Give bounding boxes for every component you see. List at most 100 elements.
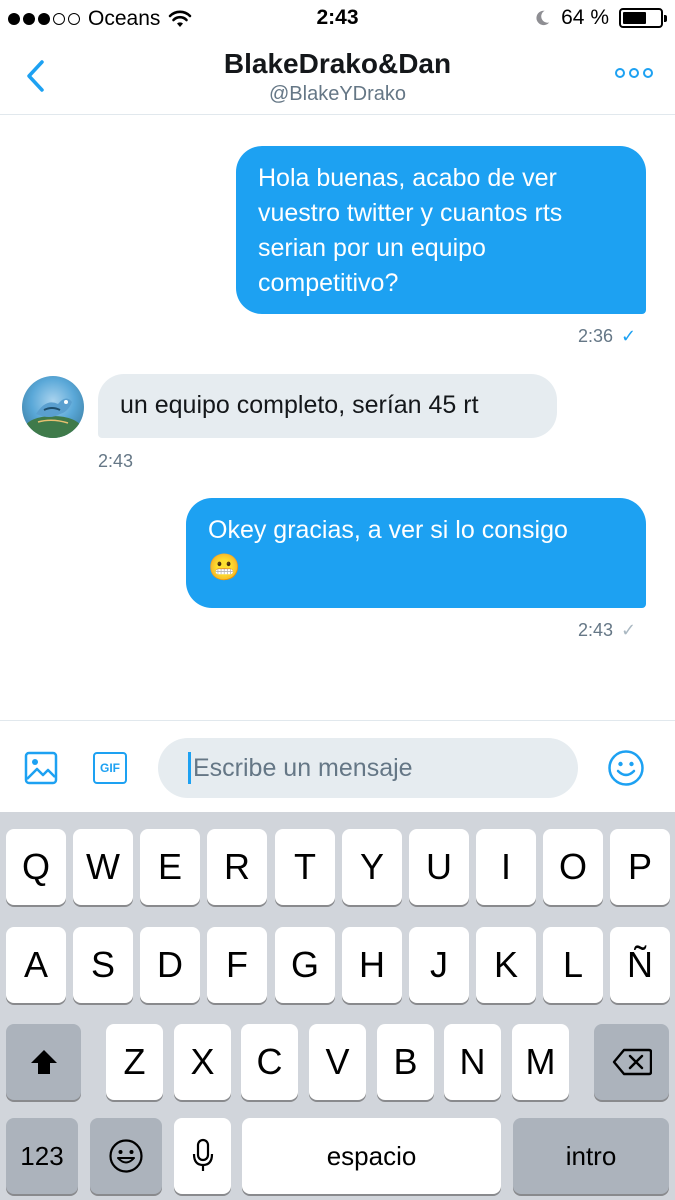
- key-label: intro: [565, 1140, 617, 1171]
- microphone-icon: [192, 1138, 213, 1171]
- read-check-icon: ✓: [621, 326, 637, 346]
- timestamp-text: 2:43: [578, 620, 614, 640]
- message-bubble-sent[interactable]: Okey gracias, a ver si lo consigo 😬: [186, 498, 646, 608]
- key-label: S: [90, 944, 115, 985]
- key-d[interactable]: D: [140, 927, 200, 1003]
- gif-label: GIF: [100, 761, 120, 775]
- key-w[interactable]: W: [73, 829, 133, 905]
- key-label: I: [500, 846, 511, 887]
- text-cursor: [188, 752, 191, 784]
- timestamp-text: 2:43: [98, 451, 134, 471]
- message-input[interactable]: Escribe un mensaje: [158, 738, 578, 798]
- message-timestamp: 2:43 ✓: [578, 620, 636, 641]
- dictation-key[interactable]: [174, 1118, 231, 1194]
- key-label: W: [86, 846, 120, 887]
- key-b[interactable]: B: [377, 1024, 434, 1100]
- message-bubble-received[interactable]: un equipo completo, serían 45 rt: [98, 374, 557, 438]
- conversation-handle[interactable]: @BlakeYDrako: [0, 83, 675, 106]
- key-label: espacio: [326, 1140, 417, 1171]
- image-icon[interactable]: [24, 751, 58, 785]
- message-placeholder: Escribe un mensaje: [193, 753, 413, 782]
- status-right: 64 %: [533, 6, 667, 30]
- numbers-key[interactable]: 123: [6, 1118, 78, 1194]
- key-label: L: [562, 944, 584, 985]
- key-label: 123: [20, 1140, 64, 1171]
- message-line: 😬: [208, 552, 241, 582]
- key-l[interactable]: L: [543, 927, 603, 1003]
- key-label: T: [294, 846, 316, 887]
- key-c[interactable]: C: [241, 1024, 298, 1100]
- key-label: U: [426, 846, 452, 887]
- key-a[interactable]: A: [6, 927, 66, 1003]
- key-label: A: [23, 944, 48, 985]
- message-line: Okey gracias, a ver si lo consigo: [208, 516, 568, 544]
- key-r[interactable]: R: [207, 829, 267, 905]
- conversation-title[interactable]: BlakeDrako&Dan: [0, 48, 675, 80]
- battery-percent: 64 %: [561, 6, 609, 29]
- key-label: R: [224, 846, 250, 887]
- key-s[interactable]: S: [73, 927, 133, 1003]
- key-n-tilde[interactable]: Ñ: [610, 927, 670, 1003]
- key-j[interactable]: J: [409, 927, 469, 1003]
- emoji-icon[interactable]: [607, 749, 645, 787]
- message-line: competitivo?: [258, 269, 399, 297]
- key-z[interactable]: Z: [106, 1024, 163, 1100]
- key-label: E: [157, 846, 182, 887]
- key-t[interactable]: T: [275, 829, 335, 905]
- key-g[interactable]: G: [275, 927, 335, 1003]
- sent-check-icon: ✓: [621, 620, 637, 640]
- status-bar: Oceans 2:43 64 %: [0, 0, 675, 38]
- key-label: J: [430, 944, 448, 985]
- key-p[interactable]: P: [610, 829, 670, 905]
- avatar-image: [25, 398, 81, 438]
- key-label: P: [627, 846, 652, 887]
- key-label: H: [359, 944, 385, 985]
- message-line: un equipo completo, serían 45 rt: [120, 391, 479, 419]
- key-m[interactable]: M: [512, 1024, 569, 1100]
- key-label: V: [325, 1041, 350, 1082]
- key-label: F: [226, 944, 248, 985]
- key-e[interactable]: E: [140, 829, 200, 905]
- key-label: C: [256, 1041, 283, 1082]
- backspace-key[interactable]: [594, 1024, 669, 1100]
- avatar[interactable]: [22, 376, 84, 438]
- compose-bar: GIF Escribe un mensaje: [0, 720, 675, 812]
- emoji-keyboard-key[interactable]: [90, 1118, 162, 1194]
- message-bubble-sent[interactable]: Hola buenas, acabo de ver vuestro twitte…: [236, 146, 646, 314]
- battery-icon: [619, 8, 667, 28]
- message-timestamp: 2:43: [98, 451, 133, 472]
- message-line: Hola buenas, acabo de ver: [258, 164, 557, 192]
- key-x[interactable]: X: [174, 1024, 231, 1100]
- backspace-icon: [612, 1048, 652, 1076]
- key-f[interactable]: F: [207, 927, 267, 1003]
- key-n[interactable]: N: [444, 1024, 501, 1100]
- key-label: B: [393, 1041, 418, 1082]
- key-o[interactable]: O: [543, 829, 603, 905]
- message-line: vuestro twitter y cuantos rts: [258, 199, 563, 227]
- space-key[interactable]: espacio: [242, 1118, 501, 1194]
- key-i[interactable]: I: [476, 829, 536, 905]
- battery-level: [623, 12, 647, 24]
- key-q[interactable]: Q: [6, 829, 66, 905]
- shift-icon: [30, 1050, 57, 1074]
- key-k[interactable]: K: [476, 927, 536, 1003]
- key-label: D: [157, 944, 183, 985]
- gif-icon[interactable]: GIF: [93, 752, 127, 784]
- more-options-icon[interactable]: [615, 68, 653, 78]
- timestamp-text: 2:36: [578, 326, 614, 346]
- key-label: G: [290, 944, 319, 985]
- key-label: Z: [123, 1041, 146, 1082]
- message-line: serian por un equipo: [258, 234, 486, 262]
- key-label: K: [493, 944, 518, 985]
- key-label: M: [525, 1041, 556, 1082]
- shift-key[interactable]: [6, 1024, 81, 1100]
- key-u[interactable]: U: [409, 829, 469, 905]
- key-label: X: [190, 1041, 215, 1082]
- return-key[interactable]: intro: [513, 1118, 669, 1194]
- key-h[interactable]: H: [342, 927, 402, 1003]
- key-label: N: [459, 1041, 486, 1082]
- key-y[interactable]: Y: [342, 829, 402, 905]
- key-label: Y: [359, 846, 384, 887]
- emoji-keyboard-icon: [109, 1139, 143, 1173]
- key-v[interactable]: V: [309, 1024, 366, 1100]
